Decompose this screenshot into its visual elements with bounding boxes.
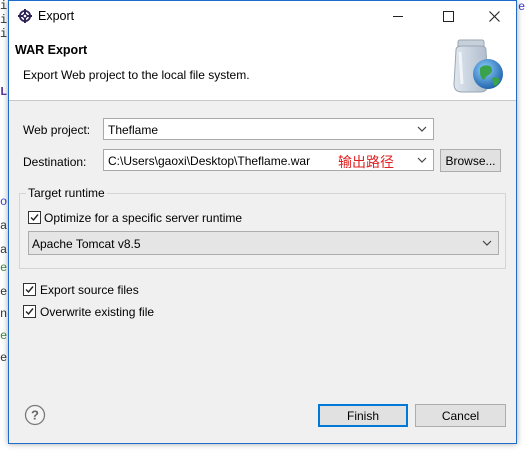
close-icon	[488, 11, 500, 22]
web-project-label: Web project:	[23, 123, 91, 137]
help-icon[interactable]: ?	[24, 404, 46, 426]
page-title: WAR Export	[15, 43, 88, 57]
maximize-icon	[442, 11, 454, 22]
chevron-down-icon	[417, 126, 427, 132]
export-source-label: Export source files	[40, 283, 139, 297]
checkmark-icon	[30, 214, 39, 222]
maximize-button[interactable]	[425, 1, 471, 32]
checkmark-icon	[25, 286, 34, 294]
chevron-down-icon	[482, 240, 492, 246]
window-title: Export	[38, 9, 75, 23]
destination-annotation: 输出路径	[338, 154, 394, 170]
overwrite-label: Overwrite existing file	[40, 305, 155, 319]
destination-label: Destination:	[23, 155, 87, 169]
minimize-icon	[393, 16, 403, 17]
checkmark-icon	[25, 308, 34, 316]
web-project-value: Theflame	[108, 123, 159, 137]
svg-text:?: ?	[31, 408, 39, 423]
minimize-button[interactable]	[375, 1, 421, 32]
export-source-checkbox[interactable]	[23, 283, 36, 296]
jar-globe-icon	[453, 39, 503, 93]
overwrite-checkbox[interactable]	[23, 305, 36, 318]
wizard-header: WAR Export Export Web project to the loc…	[9, 32, 516, 101]
runtime-select[interactable]: Apache Tomcat v8.5	[28, 231, 499, 255]
eclipse-gear-icon	[18, 9, 32, 23]
runtime-value: Apache Tomcat v8.5	[32, 237, 141, 251]
browse-button[interactable]: Browse...	[440, 149, 501, 172]
background-editor-right-strip: e	[517, 0, 525, 452]
title-bar: Export	[9, 1, 516, 32]
web-project-combo[interactable]: Theflame	[103, 118, 434, 140]
export-dialog: Export WAR Export Export Web project to …	[8, 0, 517, 444]
finish-button[interactable]: Finish	[318, 404, 408, 427]
destination-value: C:\Users\gaoxi\Desktop\Theflame.war	[108, 154, 311, 168]
target-runtime-title: Target runtime	[26, 186, 107, 200]
optimize-checkbox[interactable]	[28, 211, 41, 224]
cancel-button[interactable]: Cancel	[415, 404, 506, 427]
optimize-label: Optimize for a specific server runtime	[44, 211, 243, 225]
close-button[interactable]	[471, 1, 517, 32]
page-description: Export Web project to the local file sys…	[23, 68, 250, 82]
chevron-down-icon	[417, 157, 427, 163]
